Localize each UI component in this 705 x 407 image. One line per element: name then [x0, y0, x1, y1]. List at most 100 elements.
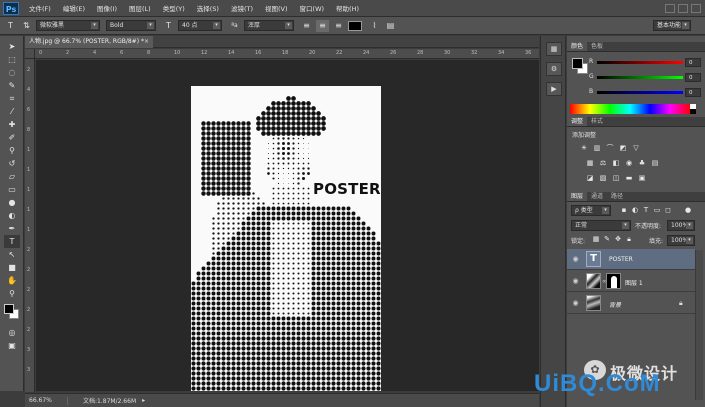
filter-toggle-icon[interactable]: ● [683, 205, 693, 215]
slider-r[interactable]: R 0 [589, 58, 703, 68]
healing-brush-tool-icon[interactable]: ✚ [4, 118, 20, 131]
document-canvas[interactable]: POSTER [191, 86, 381, 391]
color-fg-swatch[interactable] [572, 58, 583, 69]
tab-swatches[interactable]: 色板 [587, 42, 607, 51]
slider-b[interactable]: B 0 [589, 88, 703, 98]
font-style-select[interactable]: Bold ▾ [106, 20, 156, 31]
gradient-tool-icon[interactable]: ▭ [4, 183, 20, 196]
brush-tool-icon[interactable]: ✐ [4, 131, 20, 144]
gradient-adjust-icon[interactable]: ▽ [631, 143, 641, 153]
document-size[interactable]: 文档:1.87M/2.66M [83, 396, 136, 405]
layer-filter-select[interactable]: ρ 类型 ▾ [571, 205, 611, 216]
move-tool-icon[interactable]: ➤ [4, 40, 20, 53]
lock-position-icon[interactable]: ✥ [613, 234, 623, 244]
photo-filter-icon[interactable]: ◉ [624, 158, 634, 168]
quick-select-tool-icon[interactable]: ✎ [4, 79, 20, 92]
text-orientation-icon[interactable]: ⇅ [20, 20, 33, 32]
vibrance-icon[interactable]: ▦ [585, 158, 595, 168]
foreground-color-swatch[interactable] [4, 304, 14, 314]
align-left-icon[interactable]: ≡ [300, 20, 313, 32]
invert-icon[interactable]: ◪ [585, 173, 595, 183]
menu-layer[interactable]: 图层(L) [123, 3, 157, 13]
path-select-tool-icon[interactable]: ↖ [4, 248, 20, 261]
tab-paths[interactable]: 路径 [607, 192, 627, 201]
quick-mask-icon[interactable]: ◎ [4, 326, 20, 339]
menu-select[interactable]: 选择(S) [191, 3, 225, 13]
slider-r-value[interactable]: 0 [685, 58, 701, 67]
layer-row-layer1[interactable]: ◉ ∞ 图层 1 [567, 271, 695, 292]
menu-view[interactable]: 视图(V) [259, 3, 294, 13]
shape-tool-icon[interactable]: ■ [4, 261, 20, 274]
posterize-icon[interactable]: ▨ [598, 173, 608, 183]
type-tool-icon[interactable]: T [4, 235, 20, 248]
font-size-select[interactable]: 40 点 ▾ [178, 20, 222, 31]
slider-b-value[interactable]: 0 [685, 88, 701, 97]
properties-panel-icon[interactable]: ⚙ [546, 62, 562, 76]
color-balance-icon[interactable]: ⚖ [598, 158, 608, 168]
threshold-icon[interactable]: ◫ [611, 173, 621, 183]
filter-type-icon[interactable]: T [641, 205, 651, 215]
menu-window[interactable]: 窗口(W) [294, 3, 331, 13]
brightness-icon[interactable]: ☀ [579, 143, 589, 153]
poster-text-layer[interactable]: POSTER [313, 180, 381, 198]
tab-styles[interactable]: 样式 [587, 117, 607, 126]
minimize-button[interactable] [665, 3, 675, 13]
align-center-icon[interactable]: ≡ [316, 19, 329, 32]
menu-file[interactable]: 文件(F) [23, 3, 57, 13]
menu-edit[interactable]: 编辑(E) [57, 3, 91, 13]
channel-mixer-icon[interactable]: ♣ [637, 158, 647, 168]
history-brush-tool-icon[interactable]: ↺ [4, 157, 20, 170]
dodge-tool-icon[interactable]: ◐ [4, 209, 20, 222]
layer-row-background[interactable]: ◉ 背景 🔒︎ [567, 293, 695, 314]
slider-g-value[interactable]: 0 [685, 73, 701, 82]
ruler-horizontal[interactable]: 0 2 4 6 8 10 12 14 16 18 20 22 24 26 28 30 32 34 36 [35, 49, 539, 59]
actions-panel-icon[interactable]: ▶ [546, 82, 562, 96]
visibility-eye-icon[interactable]: ◉ [571, 255, 580, 264]
layer-mask-thumb[interactable] [606, 273, 621, 289]
document-tab[interactable]: 人物.jpg @ 66.7% (POSTER, RGB/8#) * [25, 36, 153, 48]
layer-row-poster[interactable]: ◉ T POSTER [567, 249, 695, 270]
exposure-icon[interactable]: ◩ [618, 143, 628, 153]
slider-r-track[interactable] [597, 61, 683, 64]
color-spectrum[interactable] [570, 104, 690, 114]
blend-mode-select[interactable]: 正常 ▾ [571, 220, 631, 231]
font-family-select[interactable]: 微软雅黑 ▾ [36, 20, 100, 31]
hand-tool-icon[interactable]: ✋ [4, 274, 20, 287]
black-white-icon[interactable]: ◧ [611, 158, 621, 168]
align-right-icon[interactable]: ≡ [332, 20, 345, 32]
menu-image[interactable]: 图像(I) [91, 3, 123, 13]
text-color-swatch[interactable] [348, 20, 362, 31]
lock-transparency-icon[interactable]: ▦ [591, 234, 601, 244]
filter-adjust-icon[interactable]: ◐ [630, 205, 640, 215]
tab-color[interactable]: 颜色 [567, 42, 588, 51]
filter-pixel-icon[interactable]: ▪ [619, 205, 629, 215]
tab-channels[interactable]: 通道 [587, 192, 607, 201]
color-lookup-icon[interactable]: ▤ [650, 158, 660, 168]
slider-b-track[interactable] [597, 91, 683, 94]
crop-tool-icon[interactable]: ⌗ [4, 92, 20, 105]
lock-all-icon[interactable]: 🔒︎ [624, 234, 634, 244]
canvas-area[interactable]: POSTER [36, 60, 539, 391]
eyedropper-tool-icon[interactable]: ⁄ [4, 105, 20, 118]
close-document-icon[interactable]: × [144, 36, 149, 48]
opacity-input[interactable]: 100% ▾ [667, 220, 695, 231]
warp-text-icon[interactable]: ⌇ [368, 20, 381, 32]
curves-icon[interactable]: ⌒ [605, 143, 615, 153]
blur-tool-icon[interactable]: ● [4, 196, 20, 209]
status-menu-arrow-icon[interactable]: ▸ [142, 397, 145, 404]
ruler-vertical[interactable]: 2468111112222233 [25, 59, 35, 392]
screen-mode-icon[interactable]: ▣ [4, 339, 20, 352]
visibility-eye-icon[interactable]: ◉ [571, 277, 580, 286]
zoom-level[interactable]: 66.67% [29, 397, 67, 404]
lasso-tool-icon[interactable]: ◌ [4, 66, 20, 79]
menu-filter[interactable]: 滤镜(T) [225, 3, 259, 13]
slider-g-track[interactable] [597, 76, 683, 79]
selective-color-icon[interactable]: ▣ [637, 173, 647, 183]
workspace-select[interactable]: 基本功能 ▾ [653, 20, 691, 31]
eraser-tool-icon[interactable]: ▱ [4, 170, 20, 183]
anti-alias-select[interactable]: 浑厚 ▾ [244, 20, 294, 31]
text-tool-preset-icon[interactable]: T [4, 20, 17, 32]
filter-shape-icon[interactable]: ▭ [652, 205, 662, 215]
visibility-eye-icon[interactable]: ◉ [571, 299, 580, 308]
character-panel-icon[interactable]: ▤ [384, 20, 397, 32]
